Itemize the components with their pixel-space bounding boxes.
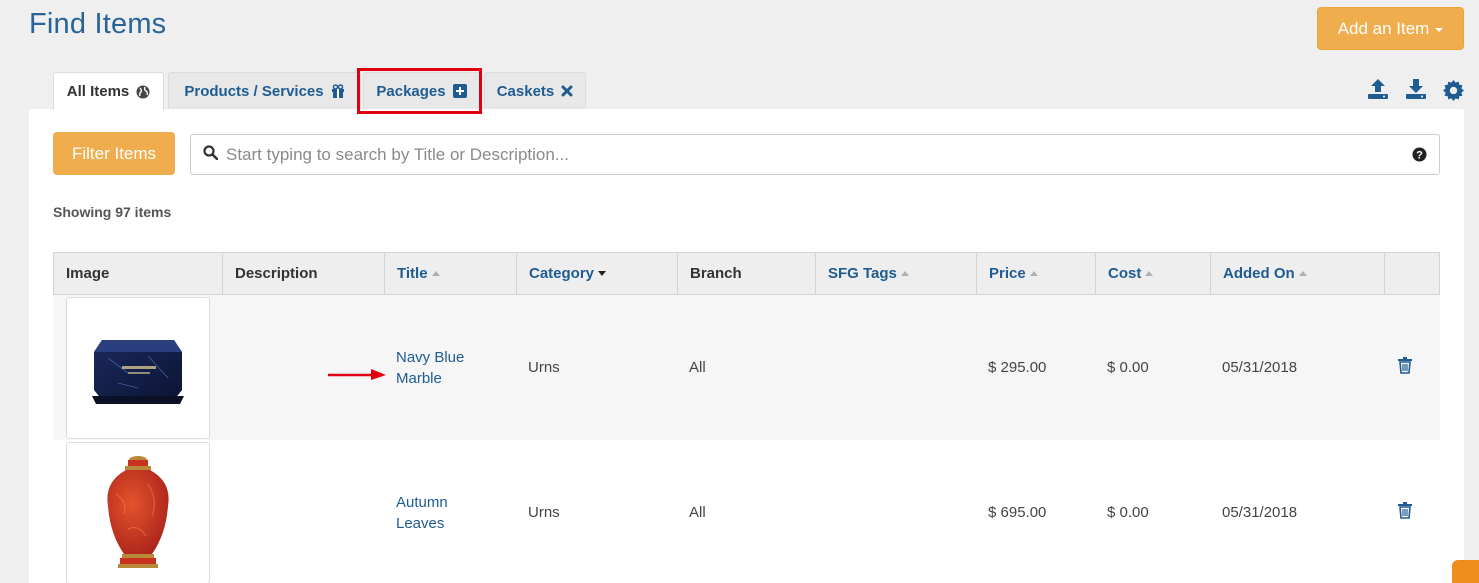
item-title: Navy Blue Marble	[384, 347, 486, 389]
results-count: Showing 97 items	[53, 204, 172, 220]
svg-text:?: ?	[1416, 150, 1423, 162]
help-icon[interactable]: ?	[1412, 147, 1427, 167]
column-actions	[1385, 253, 1439, 294]
column-cost[interactable]: Cost	[1096, 253, 1211, 294]
item-title-link[interactable]: Autumn Leaves	[396, 492, 486, 534]
tab-caskets[interactable]: Caskets	[484, 72, 586, 109]
download-icon[interactable]	[1405, 78, 1427, 105]
table-row: Autumn Leaves Urns All $ 695.00 $ 0.00 05…	[53, 440, 1440, 583]
column-added-on[interactable]: Added On	[1211, 253, 1385, 294]
column-branch: Branch	[678, 253, 816, 294]
red-urn-image	[107, 456, 169, 568]
column-category[interactable]: Category	[517, 253, 678, 294]
sort-icon	[900, 271, 909, 276]
tab-label: Products / Services	[184, 82, 324, 100]
tab-label: Caskets	[496, 82, 555, 100]
item-image[interactable]	[66, 442, 210, 583]
add-item-button[interactable]: Add an Item	[1317, 7, 1464, 50]
tab-label: Packages	[376, 82, 446, 100]
column-description: Description	[223, 253, 385, 294]
tab-all-items[interactable]: All Items	[53, 72, 164, 110]
plus-square-icon	[452, 84, 467, 98]
page-title: Find Items	[29, 8, 167, 40]
item-category: Urns	[528, 359, 560, 376]
sort-icon	[431, 271, 440, 276]
upload-icon[interactable]	[1367, 78, 1389, 105]
gear-icon[interactable]	[1443, 80, 1464, 106]
trash-icon[interactable]	[1397, 356, 1413, 379]
column-title[interactable]: Title	[385, 253, 517, 294]
item-added-on: 05/31/2018	[1222, 504, 1298, 521]
column-sfg-tags[interactable]: SFG Tags	[816, 253, 977, 294]
item-title-link[interactable]: Navy Blue Marble	[396, 347, 486, 389]
close-icon	[561, 85, 573, 97]
item-branch: All	[689, 359, 706, 376]
sort-icon	[1298, 271, 1307, 276]
item-cost: $ 0.00	[1107, 359, 1149, 376]
add-item-label: Add an Item	[1337, 18, 1430, 38]
tab-packages[interactable]: Packages	[363, 72, 480, 109]
item-cost: $ 0.00	[1107, 504, 1149, 521]
column-image: Image	[54, 253, 223, 294]
trash-icon[interactable]	[1397, 501, 1413, 524]
chat-widget-icon[interactable]	[1452, 560, 1479, 583]
caret-down-icon	[1435, 27, 1444, 32]
red-arrow-icon	[327, 366, 387, 387]
item-price: $ 295.00	[988, 359, 1047, 376]
column-price[interactable]: Price	[977, 253, 1096, 294]
sort-icon	[1145, 271, 1154, 276]
sort-desc-icon	[598, 271, 607, 276]
item-added-on: 05/31/2018	[1222, 359, 1298, 376]
filter-items-button[interactable]: Filter Items	[53, 132, 175, 175]
gift-icon	[331, 84, 345, 98]
table-row: Navy Blue Marble Urns All $ 295.00 $ 0.00…	[53, 295, 1440, 440]
search-box[interactable]: ?	[190, 134, 1440, 175]
search-icon	[203, 144, 219, 165]
item-image[interactable]	[66, 297, 210, 439]
item-price: $ 695.00	[988, 504, 1047, 521]
table-header: Image Description Title Category Branch …	[53, 252, 1440, 295]
search-input[interactable]	[226, 144, 1396, 165]
items-table: Image Description Title Category Branch …	[53, 252, 1440, 583]
navy-urn-image	[92, 340, 184, 404]
globe-icon	[136, 85, 150, 99]
tab-products-services[interactable]: Products / Services	[168, 72, 361, 109]
item-title: Autumn Leaves	[384, 492, 486, 534]
item-branch: All	[689, 504, 706, 521]
sort-icon	[1029, 271, 1038, 276]
tab-label: All Items	[66, 83, 130, 100]
item-category: Urns	[528, 504, 560, 521]
